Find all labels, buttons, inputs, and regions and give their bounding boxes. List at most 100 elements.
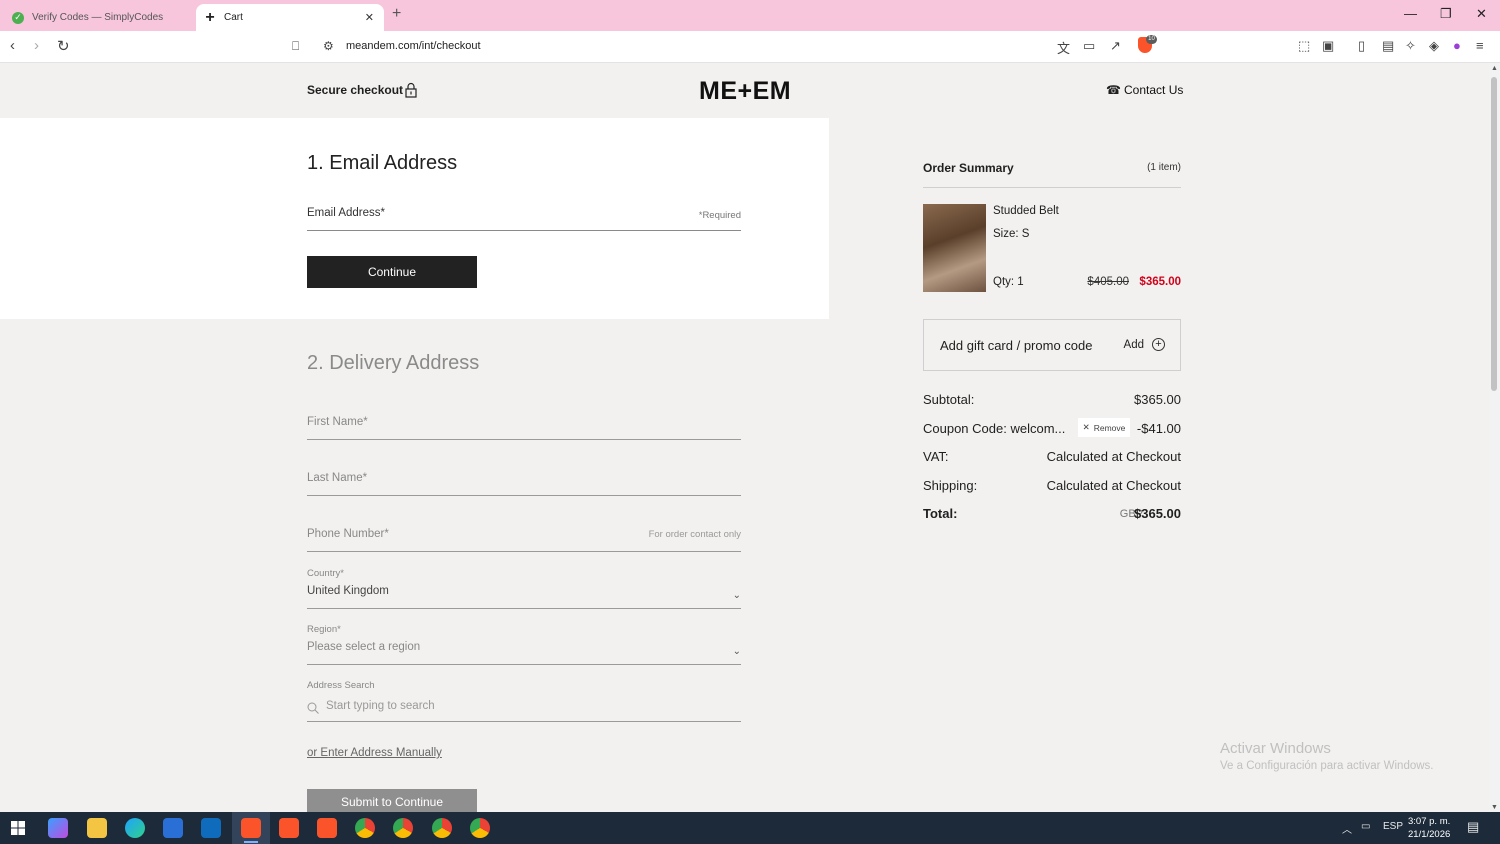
leo-ai-icon[interactable]: ✧ <box>1405 38 1416 54</box>
cast-icon[interactable]: ▭ <box>1083 38 1095 54</box>
enter-address-manually-link[interactable]: or Enter Address Manually <box>307 747 442 759</box>
browser-nav-bar: ‹ › ↻ ⎕ ⚙ meandem.com/int/checkout 文 ▭ ↗… <box>0 31 1500 63</box>
close-icon: ✕ <box>1082 422 1090 432</box>
subtotal-value: $365.00 <box>1134 392 1181 407</box>
language-indicator[interactable]: ESP <box>1383 821 1403 832</box>
chevron-down-icon: ⌄ <box>732 646 741 657</box>
site-header: Secure checkout ME+EM ☎ Contact Us <box>0 63 1489 118</box>
menu-icon[interactable]: ≡ <box>1476 38 1484 53</box>
tab-simplycodes[interactable]: ✓ Verify Codes — SimplyCodes <box>4 4 192 31</box>
bookmark-icon[interactable]: ⎕ <box>292 39 299 54</box>
search-icon <box>307 702 319 714</box>
reader-icon[interactable]: ▣ <box>1322 38 1334 54</box>
chrome-icon[interactable] <box>355 818 375 838</box>
reload-icon[interactable]: ↻ <box>57 37 70 55</box>
extensions-icon[interactable]: ⬚ <box>1298 38 1310 54</box>
tab-title: Verify Codes — SimplyCodes <box>32 12 164 23</box>
continue-button[interactable]: Continue <box>307 256 477 288</box>
browser-tab-bar: ✓ Verify Codes — SimplyCodes + Cart ✕ + … <box>0 0 1500 31</box>
copilot-icon[interactable] <box>48 818 68 838</box>
order-summary: Order Summary (1 item) Studded Belt Size… <box>829 118 1489 812</box>
brave-app-icon[interactable] <box>279 818 299 838</box>
chrome-icon[interactable] <box>432 818 452 838</box>
region-label: Region* <box>307 624 341 635</box>
product-name[interactable]: Studded Belt <box>993 205 1059 217</box>
coupon-value: -$41.00 <box>1136 421 1181 436</box>
store-icon[interactable] <box>163 818 183 838</box>
shipping-label: Shipping: <box>923 478 978 493</box>
edge-icon[interactable] <box>125 818 145 838</box>
scroll-up-icon[interactable]: ▲ <box>1491 65 1498 72</box>
profile-icon[interactable]: ● <box>1453 38 1461 53</box>
wallet-icon[interactable]: ▤ <box>1382 38 1394 54</box>
phone-field[interactable]: Phone Number* For order contact only <box>307 527 741 552</box>
system-clock[interactable]: 3:07 p. m. 21/1/2026 <box>1408 815 1450 841</box>
total-label: Total: <box>923 506 958 521</box>
brave-app-icon[interactable] <box>241 818 261 838</box>
back-icon[interactable]: ‹ <box>10 37 15 54</box>
outlook-icon[interactable] <box>201 818 221 838</box>
site-logo[interactable]: ME+EM <box>699 77 791 106</box>
chrome-icon[interactable] <box>393 818 413 838</box>
remove-coupon-button[interactable]: ✕ Remove <box>1078 418 1130 437</box>
site-settings-icon[interactable]: ⚙ <box>323 39 334 53</box>
new-tab-button[interactable]: + <box>392 5 401 23</box>
sale-price: $365.00 <box>1139 276 1181 288</box>
sidebar-icon[interactable]: ▯ <box>1358 38 1365 54</box>
windows-activation-subtitle: Ve a Configuración para activar Windows. <box>1220 760 1434 772</box>
address-search-placeholder: Start typing to search <box>326 700 435 712</box>
promo-code-toggle[interactable]: Add gift card / promo code Add + <box>923 319 1181 371</box>
shipping-value: Calculated at Checkout <box>1046 478 1181 493</box>
scroll-down-icon[interactable]: ▼ <box>1491 804 1498 811</box>
promo-add-label: Add <box>1123 339 1144 351</box>
coupon-label: Coupon Code: welcom... <box>923 421 1066 436</box>
clock-date: 21/1/2026 <box>1408 829 1451 840</box>
vat-label: VAT: <box>923 449 949 464</box>
tab-cart[interactable]: + Cart ✕ <box>196 4 384 31</box>
phone-icon: ☎ <box>1106 83 1121 97</box>
file-explorer-icon[interactable] <box>87 818 107 838</box>
product-image[interactable] <box>923 204 986 292</box>
windows-taskbar: ︿ ▭ ESP 3:07 p. m. 21/1/2026 ▤ <box>0 812 1500 844</box>
contact-us-link[interactable]: Contact Us <box>1124 83 1183 97</box>
chevron-up-icon[interactable]: ︿ <box>1342 821 1352 836</box>
forward-icon[interactable]: › <box>34 37 39 54</box>
first-name-field[interactable]: First Name* <box>307 415 741 440</box>
vpn-icon[interactable]: ◈ <box>1429 38 1439 54</box>
scroll-thumb[interactable] <box>1491 77 1497 391</box>
restore-icon[interactable]: ❐ <box>1440 6 1452 22</box>
delivery-section: 2. Delivery Address First Name* Last Nam… <box>0 319 829 815</box>
country-value: United Kingdom <box>307 585 389 597</box>
close-window-icon[interactable]: ✕ <box>1476 6 1487 22</box>
brave-app-icon[interactable] <box>317 818 337 838</box>
share-icon[interactable]: ↗ <box>1110 38 1121 54</box>
address-search-input[interactable]: Start typing to search <box>307 699 741 722</box>
notifications-icon[interactable]: ▤ <box>1467 819 1479 835</box>
chevron-down-icon: ⌄ <box>732 590 741 601</box>
page-scrollbar[interactable]: ▲ ▼ <box>1489 63 1500 812</box>
address-bar[interactable]: meandem.com/int/checkout <box>346 40 481 52</box>
item-count: (1 item) <box>1147 162 1181 173</box>
last-name-field[interactable]: Last Name* <box>307 471 741 496</box>
windows-start-icon[interactable] <box>11 821 25 835</box>
lock-icon <box>405 82 417 98</box>
vat-value: Calculated at Checkout <box>1046 449 1181 464</box>
email-section-title: 1. Email Address <box>307 152 458 174</box>
phone-note: For order contact only <box>648 529 741 540</box>
minimize-icon[interactable]: — <box>1404 6 1417 21</box>
email-field[interactable]: Email Address* *Required <box>307 206 741 231</box>
tab-title: Cart <box>224 12 243 23</box>
close-tab-icon[interactable]: ✕ <box>365 11 374 24</box>
region-select[interactable]: Please select a region ⌄ <box>307 641 741 665</box>
shields-count-badge: 10 <box>1146 35 1157 44</box>
chrome-icon[interactable] <box>470 818 490 838</box>
network-icon[interactable]: ▭ <box>1361 821 1370 832</box>
country-select[interactable]: United Kingdom ⌄ <box>307 585 741 609</box>
email-label: Email Address* <box>307 207 385 219</box>
remove-label: Remove <box>1093 422 1126 433</box>
windows-activation-title: Activar Windows <box>1220 740 1331 757</box>
translate-icon[interactable]: 文 <box>1057 38 1070 57</box>
active-indicator <box>244 841 258 843</box>
product-size: Size: S <box>993 228 1030 240</box>
simplycodes-favicon-icon: ✓ <box>12 11 24 24</box>
